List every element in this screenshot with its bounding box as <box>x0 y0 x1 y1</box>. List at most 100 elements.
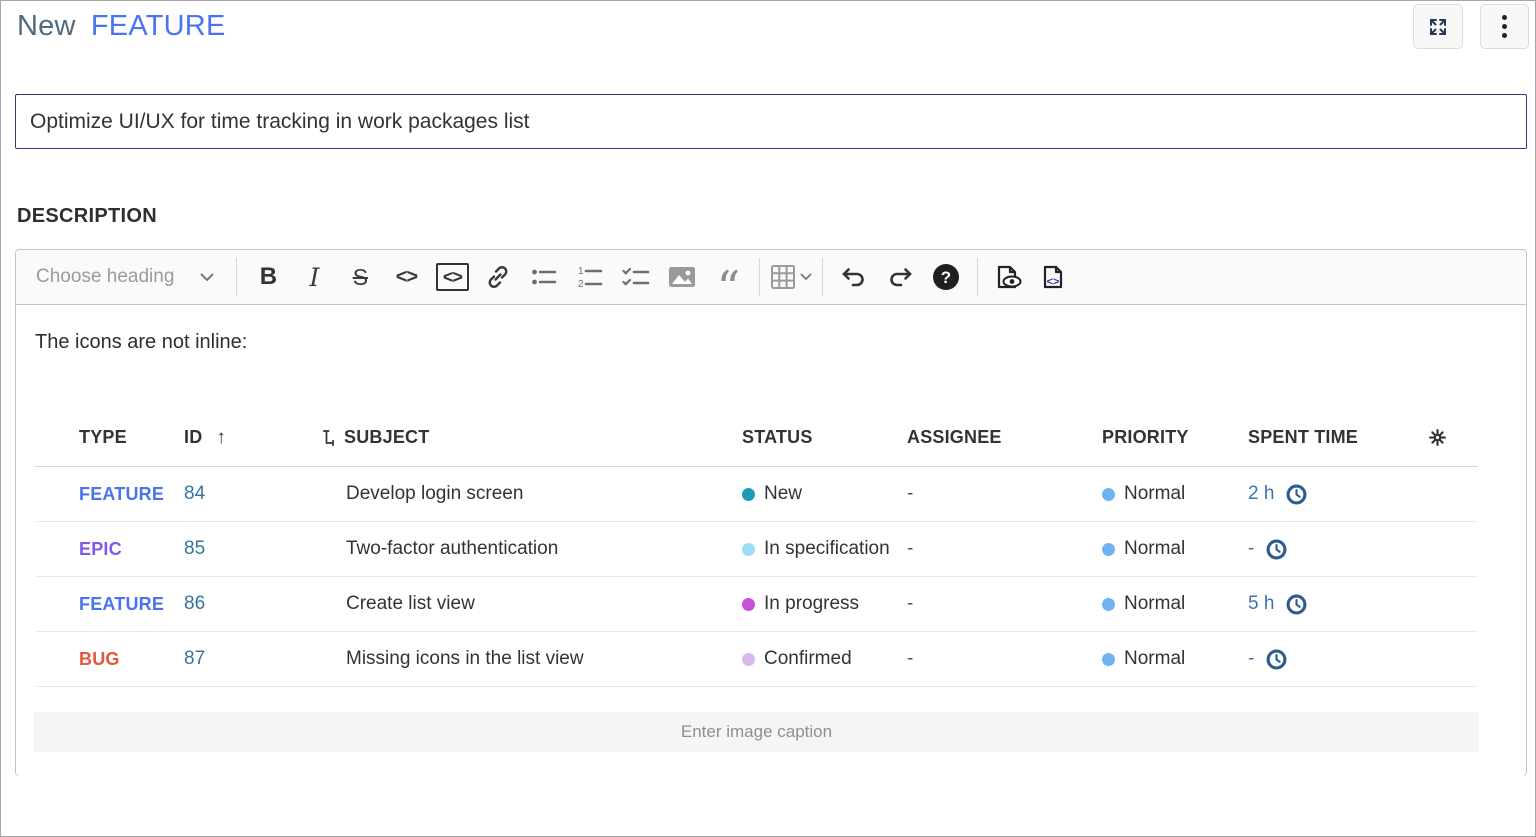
status-dot <box>742 598 755 611</box>
spent-time-link: 2 h <box>1248 483 1274 505</box>
table-row: BUG 87 Missing icons in the list view Co… <box>35 632 1478 687</box>
preview-icon <box>994 263 1024 291</box>
description-paragraph: The icons are not inline: <box>35 331 247 354</box>
code-block-icon: <> <box>436 263 469 292</box>
subject-input[interactable] <box>15 94 1527 149</box>
priority-dot <box>1102 598 1115 611</box>
status-dot <box>742 543 755 556</box>
spent-time-cell: - <box>1248 648 1388 670</box>
work-package-type-link: FEATURE <box>79 594 184 615</box>
assignee-cell: - <box>907 648 1102 670</box>
page: New FEATURE DESCRIPTION Choose heading <box>0 0 1536 837</box>
code-block-button[interactable]: <> <box>429 257 475 297</box>
heading-dropdown[interactable]: Choose heading <box>26 257 228 297</box>
bulleted-list-icon <box>531 266 557 288</box>
preview-button[interactable] <box>986 257 1032 297</box>
undo-icon <box>840 266 868 288</box>
clock-icon <box>1286 484 1307 505</box>
image-caption-field[interactable]: Enter image caption <box>34 712 1479 752</box>
sort-ascending-icon: ↑ <box>216 427 226 449</box>
status-cell: New <box>742 483 907 505</box>
column-header-assignee: ASSIGNEE <box>907 427 1102 448</box>
redo-button[interactable] <box>877 257 923 297</box>
priority-cell: Normal <box>1102 538 1248 560</box>
italic-button[interactable]: I <box>291 257 337 297</box>
priority-cell: Normal <box>1102 593 1248 615</box>
work-package-subject: Create list view <box>346 593 742 615</box>
work-package-subject: Missing icons in the list view <box>346 648 742 670</box>
inline-code-button[interactable]: <> <box>383 257 429 297</box>
column-header-subject: SUBJECT <box>346 427 742 448</box>
numbered-list-icon: 1 2 <box>577 265 603 289</box>
table-settings-gear-icon <box>1429 429 1478 446</box>
kebab-menu-icon <box>1502 15 1507 38</box>
column-header-type: TYPE <box>79 427 184 448</box>
insert-table-button[interactable] <box>768 257 814 297</box>
editor-toolbar: Choose heading B I S <> <> <box>16 250 1526 305</box>
image-button[interactable] <box>659 257 705 297</box>
assignee-cell: - <box>907 483 1102 505</box>
priority-cell: Normal <box>1102 648 1248 670</box>
priority-dot <box>1102 543 1115 556</box>
expand-arrows-icon <box>1426 15 1450 39</box>
spent-time-link: 5 h <box>1248 593 1274 615</box>
table-icon <box>770 264 796 290</box>
image-caption-placeholder: Enter image caption <box>681 722 832 742</box>
image-icon <box>668 265 696 289</box>
status-dot <box>742 653 755 666</box>
work-package-type-link: FEATURE <box>79 484 184 505</box>
hierarchy-icon <box>322 429 336 446</box>
description-label: DESCRIPTION <box>17 205 157 228</box>
editor-content[interactable]: The icons are not inline: TYPE ID ↑ <box>16 305 1526 776</box>
page-title: New FEATURE <box>17 10 225 43</box>
status-cell: Confirmed <box>742 648 907 670</box>
help-button[interactable]: ? <box>923 257 969 297</box>
redo-icon <box>886 266 914 288</box>
toolbar-separator <box>236 258 237 296</box>
bold-button[interactable]: B <box>245 257 291 297</box>
blockquote-button[interactable]: “ <box>705 257 751 297</box>
embedded-work-package-table-image[interactable]: TYPE ID ↑ SUBJECT STATUS AS <box>35 409 1478 687</box>
numbered-list-button[interactable]: 1 2 <box>567 257 613 297</box>
bulleted-list-button[interactable] <box>521 257 567 297</box>
page-title-type: FEATURE <box>91 10 226 42</box>
link-button[interactable] <box>475 257 521 297</box>
work-package-id-link: 85 <box>184 538 346 560</box>
more-actions-button[interactable] <box>1480 4 1529 49</box>
heading-dropdown-label: Choose heading <box>36 266 174 288</box>
spent-time-cell: 5 h <box>1248 593 1388 615</box>
svg-text:2: 2 <box>578 279 584 289</box>
priority-dot <box>1102 488 1115 501</box>
table-row: FEATURE 84 Develop login screen New - No… <box>35 467 1478 522</box>
strikethrough-button[interactable]: S <box>337 257 383 297</box>
work-package-type-link: BUG <box>79 649 184 670</box>
source-code-icon: <> <box>1040 263 1070 291</box>
toolbar-separator <box>822 258 823 296</box>
chevron-down-icon <box>200 273 214 282</box>
description-editor: Choose heading B I S <> <> <box>15 249 1527 776</box>
column-header-status: STATUS <box>742 427 907 448</box>
spent-time-cell: - <box>1248 538 1388 560</box>
link-icon <box>485 264 511 290</box>
work-package-type-link: EPIC <box>79 539 184 560</box>
toolbar-separator <box>977 258 978 296</box>
assignee-cell: - <box>907 593 1102 615</box>
spent-time-link: - <box>1248 538 1254 560</box>
chevron-down-icon <box>800 273 812 281</box>
clock-icon <box>1266 539 1287 560</box>
svg-text:<>: <> <box>1047 276 1060 288</box>
todo-list-button[interactable] <box>613 257 659 297</box>
svg-text:1: 1 <box>578 266 584 277</box>
table-row: EPIC 85 Two-factor authentication In spe… <box>35 522 1478 577</box>
fullscreen-button[interactable] <box>1413 4 1463 49</box>
table-header-row: TYPE ID ↑ SUBJECT STATUS AS <box>35 409 1478 467</box>
priority-dot <box>1102 653 1115 666</box>
status-cell: In progress <box>742 593 907 615</box>
assignee-cell: - <box>907 538 1102 560</box>
status-dot <box>742 488 755 501</box>
toolbar-separator <box>759 258 760 296</box>
undo-button[interactable] <box>831 257 877 297</box>
table-row: FEATURE 86 Create list view In progress … <box>35 577 1478 632</box>
source-button[interactable]: <> <box>1032 257 1078 297</box>
spent-time-link: - <box>1248 648 1254 670</box>
